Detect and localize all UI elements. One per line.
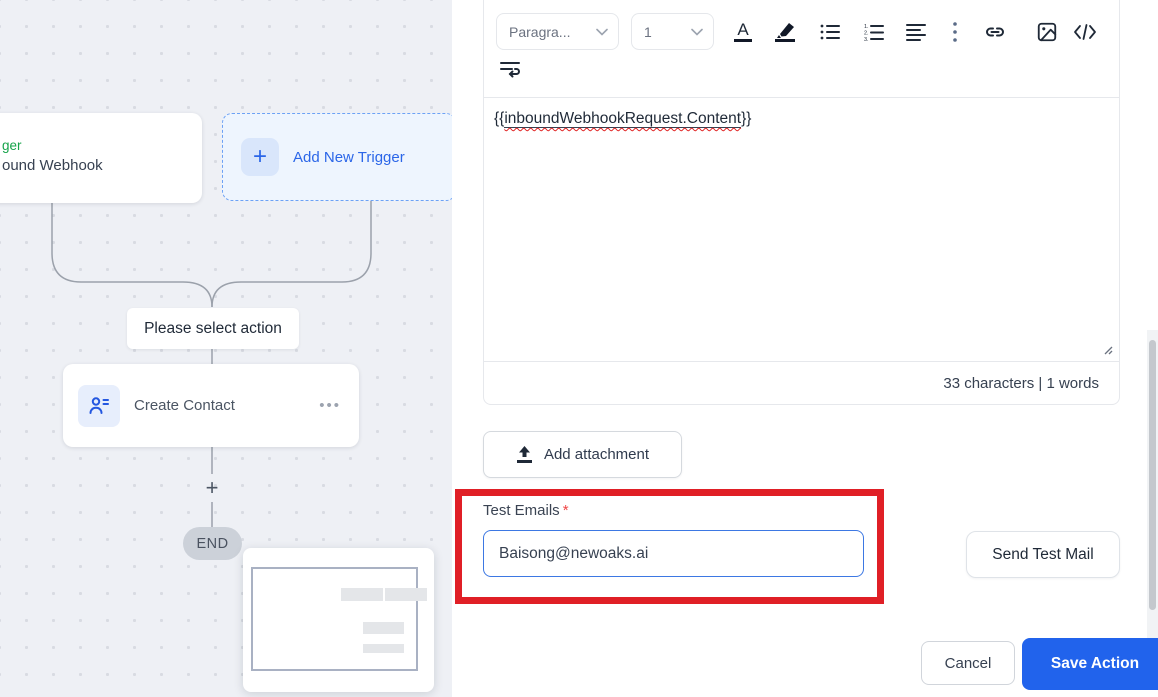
chevron-down-icon [596, 28, 608, 36]
more-options-button[interactable] [949, 15, 961, 49]
text-wrap-icon [500, 62, 520, 78]
add-step-plus-glyph: + [205, 475, 219, 500]
preview-placeholder-bar [385, 588, 427, 601]
create-contact-icon-chip [78, 384, 120, 427]
paragraph-style-dropdown[interactable]: Paragra... [496, 13, 619, 50]
email-body-text: {{inboundWebhookRequest.Content}} [494, 110, 1109, 128]
save-action-label: Save Action [1050, 655, 1140, 672]
merge-tag: inboundWebhookRequest.Content [504, 110, 742, 128]
align-text-icon [906, 23, 926, 41]
save-action-button[interactable]: Save Action [1022, 638, 1158, 690]
email-body-textarea[interactable]: {{inboundWebhookRequest.Content}} [484, 98, 1119, 361]
insert-image-button[interactable] [1035, 15, 1059, 49]
end-badge-text: END [196, 535, 229, 552]
highlight-color-button[interactable] [772, 15, 798, 49]
please-select-action-text: Please select action [144, 319, 282, 337]
text-color-button[interactable]: A [731, 15, 755, 49]
preview-placeholder-bar [363, 644, 404, 653]
merge-close-braces: }} [741, 110, 752, 127]
numbered-list-icon: 1. 2. 3. [864, 24, 884, 41]
highlighter-icon [775, 22, 795, 42]
link-icon [986, 27, 1004, 36]
panel-scrollbar[interactable] [1147, 330, 1158, 643]
svg-text:1.: 1. [864, 24, 869, 30]
more-vertical-icon [953, 21, 957, 42]
email-body-editor: Paragra... 1 A 1. 2. 3. {{inboundWebhook… [483, 0, 1120, 405]
cancel-button[interactable]: Cancel [921, 641, 1015, 685]
text-color-icon: A [734, 20, 752, 42]
image-icon [1037, 22, 1057, 41]
bullet-list-button[interactable] [819, 15, 841, 49]
preview-popup-card [243, 548, 434, 692]
trigger-type-label: ger [2, 138, 22, 153]
chevron-down-icon [691, 28, 703, 36]
required-asterisk: * [562, 502, 569, 519]
toolbar-icon-group: A 1. 2. 3. [731, 15, 1098, 49]
action-card-label: Create Contact [134, 397, 235, 414]
preview-placeholder-bar [363, 622, 404, 634]
test-emails-label: Test Emails * [483, 502, 569, 519]
insert-link-button[interactable] [982, 15, 1008, 49]
add-step-button[interactable]: + [196, 474, 228, 502]
add-new-trigger-button[interactable]: + Add New Trigger [222, 113, 452, 201]
toolbar-row-1: Paragra... 1 A 1. 2. 3. [496, 13, 1107, 50]
trigger-card-inbound-webhook[interactable]: ger ound Webhook [0, 113, 202, 203]
add-attachment-label: Add attachment [543, 446, 650, 463]
please-select-action-hint: Please select action [127, 308, 299, 349]
preview-frame [251, 567, 418, 671]
character-word-count: 33 characters | 1 words [943, 374, 1099, 392]
align-button[interactable] [905, 15, 927, 49]
editor-status-bar: 33 characters | 1 words [484, 361, 1119, 404]
plus-icon: + [241, 138, 279, 176]
workflow-canvas[interactable]: ger ound Webhook + Add New Trigger Pleas… [0, 0, 452, 697]
code-view-button[interactable] [1072, 15, 1098, 49]
test-emails-label-text: Test Emails [483, 502, 560, 519]
preview-placeholder-bar [341, 588, 383, 601]
numbered-list-button[interactable]: 1. 2. 3. [863, 15, 885, 49]
toolbar-row-2 [496, 55, 1107, 83]
upload-icon [516, 445, 532, 463]
svg-text:A: A [737, 20, 749, 39]
email-action-panel: Paragra... 1 A 1. 2. 3. {{inboundWebhook… [452, 0, 1158, 697]
text-wrap-button[interactable] [498, 52, 522, 86]
paragraph-style-value: Paragra... [509, 23, 571, 40]
code-icon [1074, 23, 1096, 40]
panel-scrollbar-thumb[interactable] [1149, 340, 1156, 610]
test-emails-input[interactable] [483, 530, 864, 577]
font-size-dropdown[interactable]: 1 [631, 13, 714, 50]
bullet-list-icon [820, 24, 840, 39]
cancel-label: Cancel [944, 654, 992, 672]
trigger-name-label: ound Webhook [2, 157, 103, 174]
resize-handle-icon[interactable] [1101, 343, 1113, 355]
workflow-end-badge: END [183, 527, 242, 560]
send-test-mail-label: Send Test Mail [992, 545, 1094, 563]
add-new-trigger-label: Add New Trigger [293, 148, 405, 166]
workflow-builder-screen: ger ound Webhook + Add New Trigger Pleas… [0, 0, 1158, 697]
action-card-create-contact[interactable]: Create Contact ••• [63, 364, 359, 447]
rich-text-toolbar: Paragra... 1 A 1. 2. 3. [484, 0, 1119, 98]
merge-open-braces: {{ [494, 110, 505, 127]
action-card-menu-button[interactable]: ••• [319, 397, 341, 414]
svg-text:3.: 3. [864, 37, 869, 41]
svg-text:2.: 2. [864, 30, 869, 36]
contact-person-icon [89, 396, 109, 414]
add-attachment-button[interactable]: Add attachment [483, 431, 682, 478]
font-size-value: 1 [644, 23, 652, 40]
send-test-mail-button[interactable]: Send Test Mail [966, 531, 1120, 578]
